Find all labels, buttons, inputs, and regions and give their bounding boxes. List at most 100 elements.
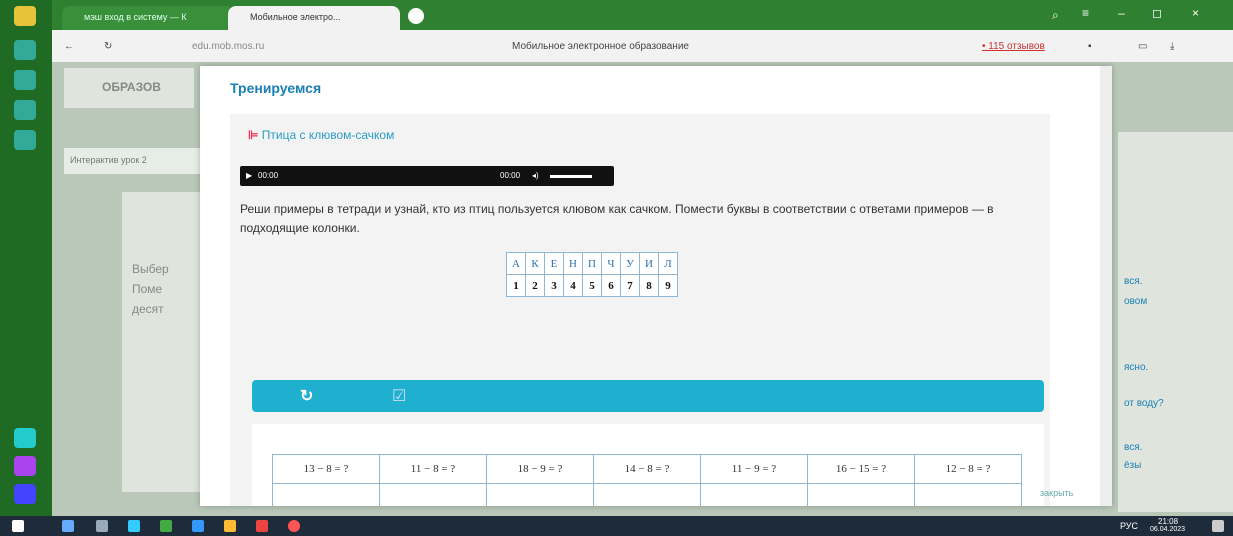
search-icon[interactable]: ⌕: [1052, 8, 1059, 23]
right-text: ясно.: [1124, 362, 1149, 373]
answer-header: 13 − 8 = ?: [272, 454, 380, 484]
refresh-icon[interactable]: ↻: [104, 41, 112, 52]
page-title: Мобильное электронное образование: [512, 41, 689, 52]
key-number: 7: [620, 274, 640, 297]
answer-header: 16 − 15 = ?: [807, 454, 915, 484]
answer-drop-cell[interactable]: [593, 483, 701, 506]
left-text: Выбер: [132, 262, 169, 276]
key-letter: Л: [658, 252, 678, 275]
answer-drop-cell[interactable]: [272, 483, 380, 506]
audio-player[interactable]: ▶ 00:00 00:00 ◂): [240, 166, 614, 186]
key-letter: П: [582, 252, 602, 275]
volume-slider[interactable]: [550, 175, 592, 178]
menu-icon[interactable]: ≡: [1082, 6, 1089, 20]
answer-table: 13 − 8 = ? 11 − 8 = ? 18 − 9 = ? 14 − 8 …: [272, 454, 1022, 506]
play-icon[interactable]: ▶: [246, 171, 252, 180]
app-icon[interactable]: [14, 484, 36, 504]
lesson-tab[interactable]: Интерактив урок 2: [64, 148, 200, 174]
start-icon[interactable]: [12, 520, 24, 532]
search-icon[interactable]: [62, 520, 74, 532]
language-indicator[interactable]: РУС: [1120, 521, 1138, 531]
answer-drop-cell[interactable]: [807, 483, 915, 506]
answer-header: 14 − 8 = ?: [593, 454, 701, 484]
notification-icon[interactable]: [1212, 520, 1224, 532]
key-letter: К: [525, 252, 545, 275]
task-heading: ⊫ Птица с клювом-сачком: [248, 128, 394, 142]
check-icon[interactable]: ☑: [392, 386, 406, 406]
right-text: овом: [1124, 296, 1148, 307]
user-icon[interactable]: [14, 6, 36, 26]
new-tab-icon[interactable]: [408, 8, 424, 24]
bookmark-icon[interactable]: ▪: [1088, 41, 1092, 52]
store-icon[interactable]: [224, 520, 236, 532]
app-icon[interactable]: [160, 520, 172, 532]
bookmark-icon[interactable]: [14, 40, 36, 60]
maximize-icon[interactable]: ◻: [1152, 6, 1162, 20]
key-numbers-row: 1 2 3 4 5 6 7 8 9: [506, 274, 678, 297]
url-field[interactable]: edu.mob.mos.ru: [192, 41, 264, 52]
logo-text: ОБРАЗОВ: [102, 80, 161, 94]
left-text: Поме: [132, 282, 163, 296]
volume-icon[interactable]: ◂): [532, 171, 539, 180]
key-number: 5: [582, 274, 602, 297]
task-toolbar: ↻ ☑: [252, 380, 1044, 412]
folder-icon[interactable]: [14, 100, 36, 120]
clock-date: 06.04.2023: [1150, 526, 1186, 533]
dumbbell-icon: ⊫: [248, 128, 259, 142]
key-number: 4: [563, 274, 583, 297]
task-instruction: Реши примеры в тетради и узнай, кто из п…: [240, 202, 994, 235]
answer-drop-cell[interactable]: [379, 483, 487, 506]
letter-key-table: А К Е Н П Ч У И Л 1 2 3 4 5 6 7 8 9: [506, 252, 678, 297]
close-icon[interactable]: ×: [1192, 6, 1199, 20]
address-bar: ← ↻ edu.mob.mos.ru Мобильное электронное…: [52, 30, 1233, 63]
key-number: 8: [639, 274, 659, 297]
browser-icon[interactable]: [288, 520, 300, 532]
reset-icon[interactable]: ↻: [300, 386, 313, 406]
task-title: Птица с клювом-сачком: [261, 128, 395, 142]
tab-2[interactable]: Мобильное электро...: [228, 6, 400, 30]
answer-drop-cell[interactable]: [914, 483, 1022, 506]
edge-icon[interactable]: [192, 520, 204, 532]
key-number: 9: [658, 274, 678, 297]
answer-drop-cell[interactable]: [700, 483, 808, 506]
key-letter: А: [506, 252, 526, 275]
task-view-icon[interactable]: [96, 520, 108, 532]
app-icon[interactable]: [256, 520, 268, 532]
site-logo: ОБРАЗОВ: [64, 68, 194, 108]
right-text: вся.: [1124, 442, 1143, 453]
key-letter: Н: [563, 252, 583, 275]
training-modal: Тренируемся ⊫ Птица с клювом-сачком ▶ 00…: [200, 66, 1112, 506]
app-icon[interactable]: [14, 456, 36, 476]
key-number: 3: [544, 274, 564, 297]
back-icon[interactable]: ←: [64, 41, 74, 52]
modal-scrollbar[interactable]: [1100, 66, 1112, 506]
tab-bar: мэш вход в систему — К Мобильное электро…: [52, 0, 1233, 30]
reader-icon[interactable]: ▭: [1138, 41, 1147, 52]
right-text: вся.: [1124, 276, 1143, 287]
answer-header: 18 − 9 = ?: [486, 454, 594, 484]
close-button[interactable]: закрыть: [1040, 488, 1073, 498]
taskbar: РУС 21:08 06.04.2023: [0, 516, 1233, 536]
audio-duration: 00:00: [500, 171, 521, 180]
right-text: ёзы: [1124, 460, 1142, 471]
tab-1[interactable]: мэш вход в систему — К: [62, 6, 234, 30]
answer-header: 11 − 8 = ?: [379, 454, 487, 484]
tab-1-label: мэш вход в систему — К: [84, 12, 187, 22]
app-icon[interactable]: [14, 428, 36, 448]
star-icon[interactable]: [14, 70, 36, 90]
lesson-tab-label: Интерактив урок 2: [70, 155, 147, 165]
os-side-panel: [0, 0, 52, 516]
answer-drop-row: [272, 483, 1022, 506]
right-content: вся. овом ясно. от воду? вся. ёзы: [1118, 132, 1233, 512]
answer-header: 11 − 9 = ?: [700, 454, 808, 484]
app-icon[interactable]: [128, 520, 140, 532]
key-letter: Е: [544, 252, 564, 275]
answer-drop-cell[interactable]: [486, 483, 594, 506]
history-icon[interactable]: [14, 130, 36, 150]
task-panel: ⊫ Птица с клювом-сачком ▶ 00:00 00:00 ◂)…: [230, 114, 1050, 506]
key-letter: У: [620, 252, 640, 275]
answer-header-row: 13 − 8 = ? 11 − 8 = ? 18 − 9 = ? 14 − 8 …: [272, 454, 1022, 484]
reviews-badge[interactable]: • 115 отзывов: [982, 41, 1045, 52]
minimize-icon[interactable]: –: [1118, 6, 1125, 20]
download-icon[interactable]: ⤓: [1170, 41, 1174, 52]
